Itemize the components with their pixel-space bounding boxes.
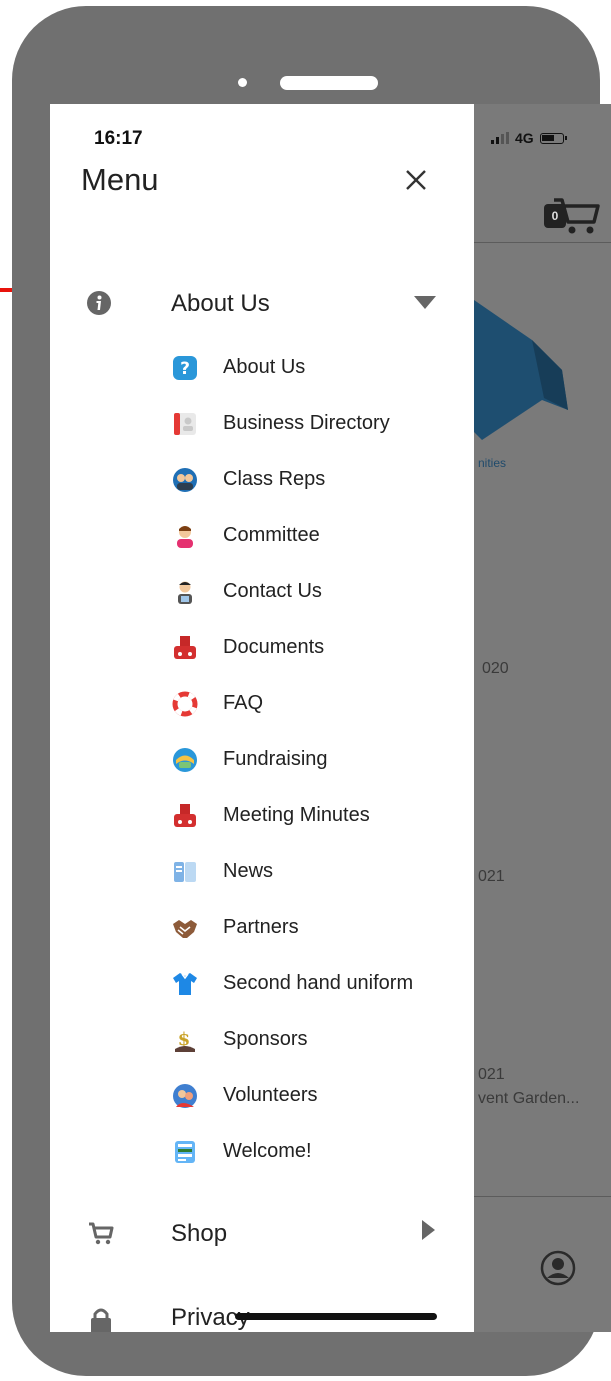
fundraising-icon <box>173 748 197 772</box>
lock-icon <box>91 1308 111 1332</box>
cart-icon <box>89 1222 114 1245</box>
profile-icon[interactable] <box>540 1250 576 1286</box>
section-label: Shop <box>171 1220 228 1247</box>
submenu-label: Class Reps <box>223 468 326 490</box>
info-icon <box>87 291 111 315</box>
submenu-item-about-us[interactable]: ? About Us <box>50 348 474 388</box>
background-fragment: vent Garden... <box>478 1090 580 1107</box>
submenu-item-documents[interactable]: Documents <box>50 628 474 668</box>
submenu-label: Meeting Minutes <box>223 804 370 826</box>
svg-text:?: ? <box>180 359 190 379</box>
status-indicators: 4G <box>491 130 567 146</box>
battery-icon <box>539 132 567 144</box>
submenu-label: FAQ <box>223 692 264 714</box>
submenu-item-welcome[interactable]: Welcome! <box>50 1132 474 1172</box>
shirt-icon <box>173 973 197 995</box>
tabbar-divider <box>474 1196 611 1197</box>
submenu-label: Business Directory <box>223 412 390 434</box>
section-shop[interactable]: Shop <box>50 1208 474 1256</box>
submenu-item-committee[interactable]: Committee <box>50 516 474 556</box>
submenu-item-second-hand-uniform[interactable]: Second hand uniform <box>50 964 474 1004</box>
camera-dot <box>238 78 247 87</box>
submenu-item-contact-us[interactable]: Contact Us <box>50 572 474 612</box>
submenu-item-faq[interactable]: FAQ <box>50 684 474 724</box>
header-divider <box>474 242 611 243</box>
section-about-us[interactable]: About Us <box>50 278 474 326</box>
background-caption: nities <box>478 456 507 470</box>
submenu-item-meeting-minutes[interactable]: Meeting Minutes <box>50 796 474 836</box>
caret-down-icon[interactable] <box>414 296 436 309</box>
class-reps-icon <box>173 468 197 492</box>
minutes-icon <box>174 804 196 827</box>
background-fragment: 021 <box>478 1066 505 1083</box>
background-fragment: 021 <box>478 868 505 885</box>
submenu-label: Committee <box>223 524 320 546</box>
megaphone-graphic <box>472 300 568 440</box>
submenu-label: Contact Us <box>223 580 322 602</box>
directory-icon <box>174 413 196 435</box>
phone-frame: 4G 0 nities 020 021 021 vent Garden... 1… <box>12 6 611 1376</box>
submenu-label: Partners <box>223 916 299 938</box>
speaker-slot <box>280 76 378 90</box>
submenu-label: Welcome! <box>223 1140 312 1162</box>
submenu-item-news[interactable]: News <box>50 852 474 892</box>
contact-icon <box>178 581 192 604</box>
lifebuoy-icon <box>172 691 198 717</box>
submenu-label: News <box>223 860 274 882</box>
sponsor-icon: $ <box>175 1029 195 1052</box>
submenu-item-fundraising[interactable]: Fundraising <box>50 740 474 780</box>
close-button[interactable] <box>400 164 432 196</box>
home-indicator[interactable] <box>235 1313 437 1320</box>
submenu-label: Volunteers <box>223 1084 318 1106</box>
question-icon: ? <box>173 356 197 380</box>
background-fragment: 020 <box>482 660 509 677</box>
submenu-item-sponsors[interactable]: $ Sponsors <box>50 1020 474 1060</box>
volunteers-icon <box>173 1084 197 1108</box>
status-time: 16:17 <box>94 128 143 149</box>
close-icon <box>406 170 426 190</box>
news-icon <box>174 862 196 882</box>
submenu-label: Second hand uniform <box>223 972 414 994</box>
submenu-item-volunteers[interactable]: Volunteers <box>50 1076 474 1116</box>
submenu-label: Fundraising <box>223 748 328 770</box>
submenu-label: Sponsors <box>223 1028 308 1050</box>
submenu-item-business-directory[interactable]: Business Directory <box>50 404 474 444</box>
phone-screen: 4G 0 nities 020 021 021 vent Garden... 1… <box>50 104 611 1332</box>
cart-button[interactable]: 0 <box>544 192 600 240</box>
caret-right-icon[interactable] <box>422 1220 435 1240</box>
drawer-title: Menu <box>81 162 159 197</box>
submenu-label: Documents <box>223 636 325 658</box>
signal-icon <box>491 132 509 144</box>
handshake-icon <box>173 920 197 938</box>
network-type: 4G <box>515 130 534 146</box>
submenu-item-partners[interactable]: Partners <box>50 908 474 948</box>
cart-count-badge: 0 <box>544 204 566 228</box>
submenu-item-class-reps[interactable]: Class Reps <box>50 460 474 500</box>
committee-icon <box>177 526 193 548</box>
submenu-label: About Us <box>223 356 306 378</box>
section-privacy[interactable]: Privacy <box>50 1292 474 1332</box>
side-drawer: 16:17 Menu About Us ? About Us Business … <box>50 104 474 1332</box>
documents-icon <box>174 636 196 659</box>
welcome-icon <box>175 1141 195 1163</box>
section-label: About Us <box>171 290 270 317</box>
